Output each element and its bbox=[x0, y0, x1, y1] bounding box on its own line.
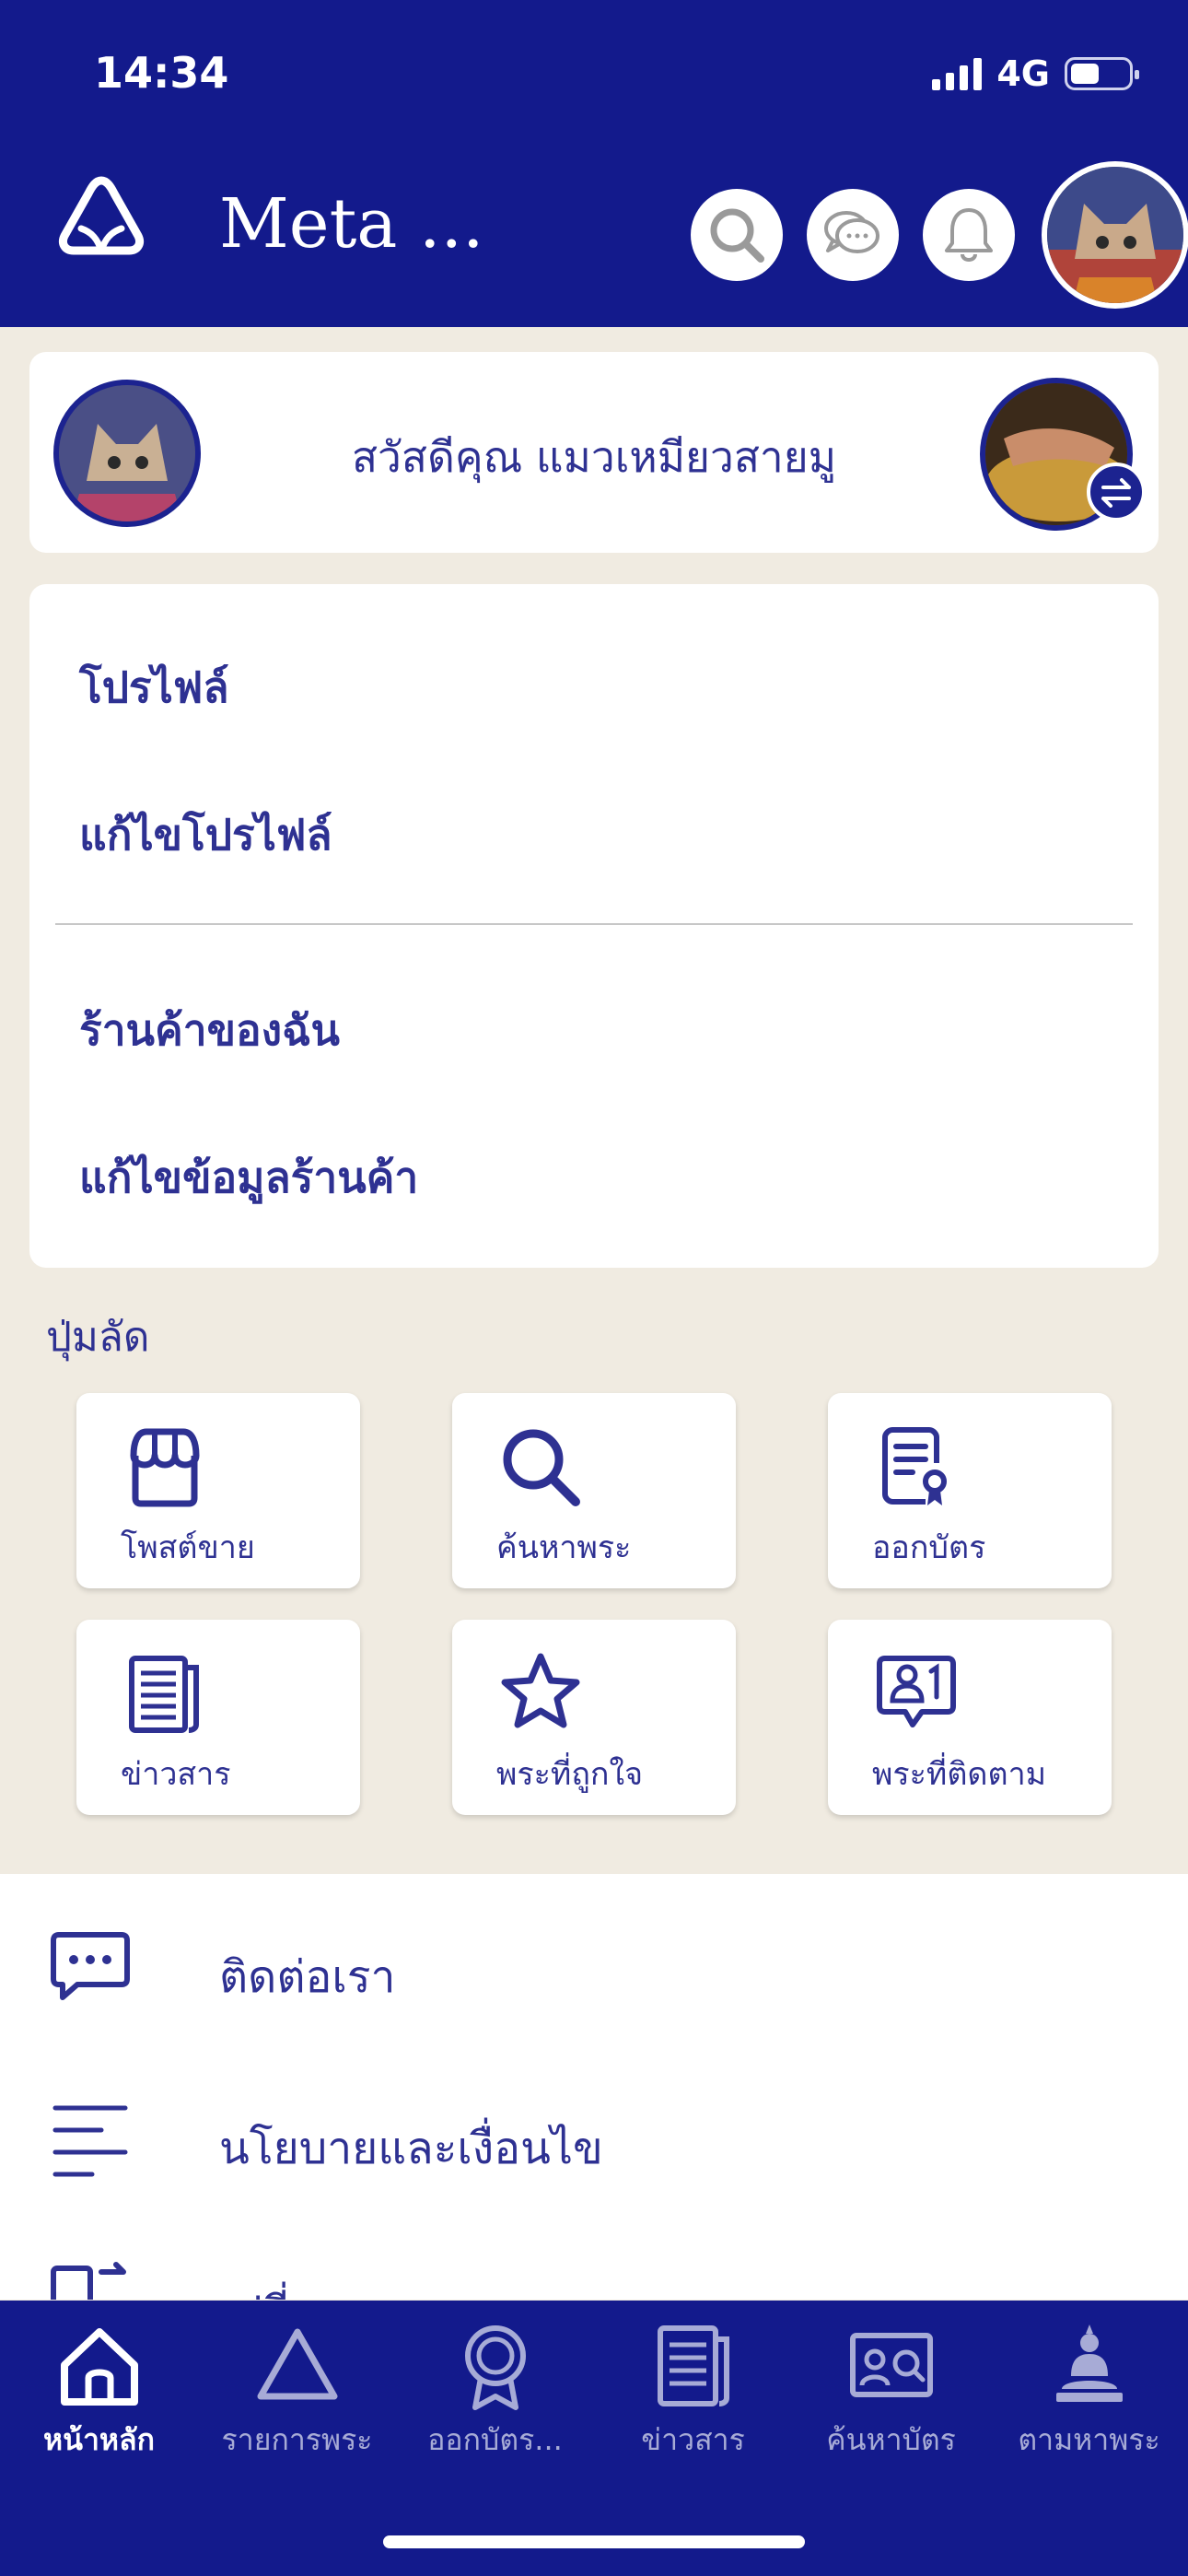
badge-icon bbox=[464, 2325, 526, 2410]
list-item-policy[interactable]: นโยบายและเงื่อนไข bbox=[0, 2097, 1188, 2235]
home-indicator[interactable] bbox=[383, 2535, 805, 2548]
battery-icon bbox=[1065, 57, 1139, 90]
list-item-label: นโยบายและเงื่อนไข bbox=[219, 2123, 603, 2174]
shortcut-label: โพสต์ขาย bbox=[121, 1529, 255, 1566]
home-icon bbox=[60, 2328, 138, 2406]
shortcut-label: พระที่ติดตาม bbox=[872, 1756, 1047, 1793]
shortcut-search-amulet[interactable]: ค้นหาพระ bbox=[452, 1393, 736, 1588]
status-indicators: 4G bbox=[932, 53, 1139, 94]
menu-item-profile[interactable]: โปรไฟล์ bbox=[79, 654, 229, 721]
menu-divider bbox=[55, 923, 1133, 925]
menu-lines-icon bbox=[52, 2105, 128, 2177]
network-type: 4G bbox=[996, 53, 1050, 94]
tab-home[interactable]: หน้าหลัก bbox=[0, 2319, 198, 2485]
shortcut-following[interactable]: พระที่ติดตาม bbox=[828, 1620, 1112, 1815]
app-header: 14:34 4G Meta ... bbox=[0, 0, 1188, 327]
tab-amulet-list[interactable]: รายการพระ bbox=[198, 2319, 396, 2485]
newspaper-icon bbox=[129, 1656, 199, 1733]
switch-account-button[interactable] bbox=[1087, 463, 1146, 521]
search-button[interactable] bbox=[691, 189, 783, 281]
app-title: Meta ... bbox=[219, 184, 484, 263]
search-icon bbox=[503, 1429, 580, 1506]
chat-icon bbox=[51, 1932, 130, 2000]
tab-find-amulet[interactable]: ตามหาพระ bbox=[990, 2319, 1188, 2485]
shortcut-label: ออกบัตร bbox=[872, 1529, 986, 1566]
menu-item-edit-profile[interactable]: แก้ไขโปรไฟล์ bbox=[79, 802, 332, 869]
menu-item-my-shop[interactable]: ร้านค้าของฉัน bbox=[79, 997, 340, 1064]
shortcut-news[interactable]: ข่าวสาร bbox=[76, 1620, 360, 1815]
shortcuts-title: ปุ่มลัด bbox=[46, 1314, 150, 1361]
translate-icon bbox=[51, 2262, 126, 2300]
buddha-icon bbox=[1055, 2324, 1123, 2402]
shortcut-post-sale[interactable]: โพสต์ขาย bbox=[76, 1393, 360, 1588]
list-item-label: ติดต่อเรา bbox=[219, 1951, 396, 2003]
tab-label: ค้นหาบัตร bbox=[826, 2422, 956, 2457]
follow-icon bbox=[877, 1656, 956, 1727]
triangle-icon bbox=[257, 2328, 337, 2400]
notification-button[interactable] bbox=[923, 189, 1015, 281]
shortcut-label: ค้นหาพระ bbox=[496, 1529, 632, 1566]
certificate-icon bbox=[882, 1427, 947, 1505]
tab-label: หน้าหลัก bbox=[42, 2422, 155, 2457]
menu-item-edit-shop[interactable]: แก้ไขข้อมูลร้านค้า bbox=[79, 1144, 418, 1212]
tab-label: ตามหาพระ bbox=[1018, 2422, 1160, 2457]
tab-issue-card[interactable]: ออกบัตร... bbox=[396, 2319, 594, 2485]
list-item-label: เปลี่ยนภาษา bbox=[219, 2277, 453, 2300]
bell-icon bbox=[945, 208, 993, 262]
shortcut-label: ข่าวสาร bbox=[121, 1756, 231, 1793]
app-logo-icon bbox=[58, 176, 145, 255]
chat-button[interactable] bbox=[807, 189, 899, 281]
search-icon bbox=[710, 208, 764, 263]
tab-label: ข่าวสาร bbox=[641, 2422, 745, 2457]
shop-icon bbox=[130, 1428, 200, 1507]
shortcut-favorites[interactable]: พระที่ถูกใจ bbox=[452, 1620, 736, 1815]
tab-news[interactable]: ข่าวสาร bbox=[594, 2319, 792, 2485]
star-icon bbox=[501, 1653, 580, 1728]
newspaper-icon bbox=[657, 2325, 729, 2406]
settings-list: ติดต่อเรา นโยบายและเงื่อนไข เปลี่ยนภาษา bbox=[0, 1874, 1188, 2300]
cat-avatar-image bbox=[1047, 167, 1183, 303]
card-search-icon bbox=[849, 2333, 933, 2397]
shortcut-issue-card[interactable]: ออกบัตร bbox=[828, 1393, 1112, 1588]
list-item-contact[interactable]: ติดต่อเรา bbox=[0, 1926, 1188, 2064]
status-time: 14:34 bbox=[94, 48, 229, 98]
profile-menu-card: โปรไฟล์ แก้ไขโปรไฟล์ ร้านค้าของฉัน แก้ไข… bbox=[29, 584, 1159, 1268]
list-item-language[interactable]: เปลี่ยนภาษา bbox=[0, 2261, 1188, 2300]
greeting-card: สวัสดีคุณ แมวเหมียวสายมู bbox=[29, 352, 1159, 553]
user-avatar-button[interactable] bbox=[1042, 161, 1188, 309]
shortcut-label: พระที่ถูกใจ bbox=[496, 1756, 644, 1793]
tab-label: ออกบัตร... bbox=[427, 2422, 563, 2457]
chat-icon bbox=[824, 211, 879, 253]
tab-label: รายการพระ bbox=[221, 2422, 373, 2457]
tab-card-search[interactable]: ค้นหาบัตร bbox=[792, 2319, 990, 2485]
swap-icon bbox=[1101, 478, 1131, 508]
signal-icon bbox=[932, 57, 983, 90]
